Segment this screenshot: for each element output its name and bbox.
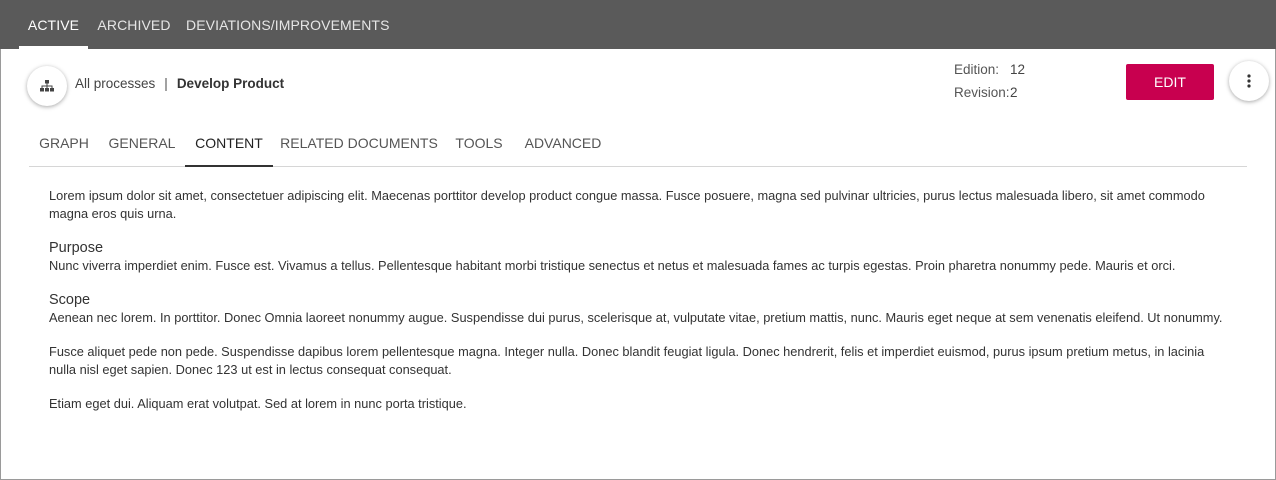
scope-section: Scope Aenean nec lorem. In porttitor. Do…	[49, 291, 1229, 327]
more-options-button[interactable]	[1229, 61, 1269, 101]
edition-label: Edition:	[954, 62, 1000, 77]
intro-paragraph: Lorem ipsum dolor sit amet, consectetuer…	[49, 188, 1205, 221]
revision-value: 2	[1010, 85, 1018, 100]
edition-info: Edition: 12	[954, 62, 1025, 77]
breadcrumb-separator: |	[164, 76, 168, 91]
sitemap-icon	[40, 80, 54, 92]
process-hierarchy-button[interactable]	[27, 66, 67, 106]
content-panel: Lorem ipsum dolor sit amet, consectetuer…	[49, 187, 1229, 429]
tab-archived[interactable]: ARCHIVED	[95, 0, 173, 49]
tab-advanced[interactable]: ADVANCED	[519, 120, 607, 166]
scope-text: Aenean nec lorem. In porttitor. Donec Om…	[49, 310, 1223, 325]
content-paragraph: Fusce aliquet pede non pede. Suspendisse…	[49, 344, 1205, 377]
top-navigation: ACTIVE ARCHIVED DEVIATIONS/IMPROVEMENTS	[0, 0, 1276, 49]
process-tabs: GRAPH GENERAL CONTENT RELATED DOCUMENTS …	[29, 120, 1247, 167]
breadcrumb-current-process: Develop Product	[176, 76, 285, 91]
tab-general[interactable]: GENERAL	[105, 120, 179, 166]
scope-heading: Scope	[49, 292, 91, 308]
more-vertical-icon	[1247, 74, 1251, 88]
revision-info: Revision: 2	[954, 85, 1018, 100]
breadcrumb-all-processes[interactable]: All processes	[75, 76, 155, 91]
content-paragraph: Etiam eget dui. Aliquam erat volutpat. S…	[49, 396, 467, 411]
tab-content[interactable]: CONTENT	[185, 120, 273, 167]
tab-related-documents[interactable]: RELATED DOCUMENTS	[279, 120, 439, 166]
tab-graph[interactable]: GRAPH	[29, 120, 99, 166]
tab-tools[interactable]: TOOLS	[451, 120, 507, 166]
revision-label: Revision:	[954, 85, 1010, 100]
breadcrumb: All processes | Develop Product	[75, 76, 284, 91]
purpose-heading: Purpose	[49, 240, 104, 256]
edition-value: 12	[1010, 62, 1026, 77]
edit-button[interactable]: EDIT	[1126, 64, 1214, 100]
tab-deviations-improvements[interactable]: DEVIATIONS/IMPROVEMENTS	[186, 0, 389, 49]
purpose-section: Purpose Nunc viverra imperdiet enim. Fus…	[49, 239, 1229, 275]
tab-active[interactable]: ACTIVE	[19, 0, 88, 49]
purpose-text: Nunc viverra imperdiet enim. Fusce est. …	[49, 258, 1176, 273]
